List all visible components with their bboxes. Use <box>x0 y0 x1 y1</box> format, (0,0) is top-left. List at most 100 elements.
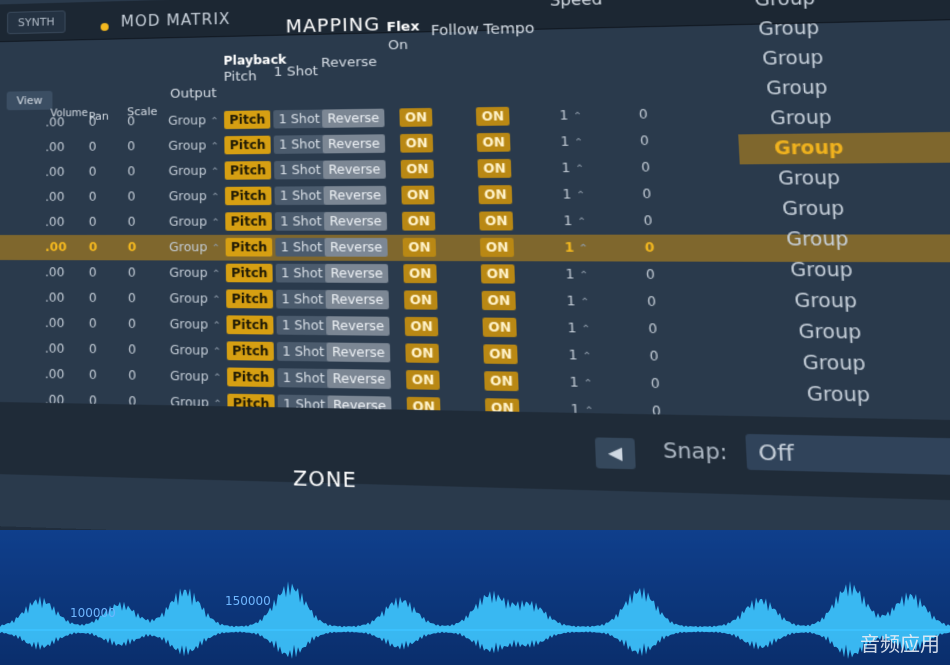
group-list-item[interactable]: Group <box>782 198 845 220</box>
one-shot-toggle[interactable]: 1 Shot <box>277 368 331 389</box>
stepper-icon[interactable]: ⌃ <box>210 116 219 127</box>
output-select[interactable]: Group⌃ <box>169 289 221 308</box>
stepper-icon[interactable]: ⌃ <box>576 190 586 202</box>
speed-field[interactable]: 1⌃ <box>563 211 586 230</box>
output-select[interactable]: Group⌃ <box>170 315 222 334</box>
speed-field[interactable]: 1⌃ <box>560 132 583 151</box>
follow-tempo-toggle[interactable]: ON <box>475 106 510 126</box>
volume-cell[interactable]: .00 <box>45 113 64 131</box>
stepper-icon[interactable]: ⌃ <box>583 378 593 390</box>
scale-cell[interactable]: 0 <box>128 366 136 385</box>
stepper-icon[interactable]: ⌃ <box>577 217 587 229</box>
stepper-icon[interactable]: ⌃ <box>213 372 222 384</box>
value-field[interactable]: 0 <box>639 105 649 124</box>
pan-cell[interactable]: 0 <box>89 340 97 359</box>
pitch-toggle[interactable]: Pitch <box>226 341 275 361</box>
speed-field[interactable]: 1⌃ <box>568 345 592 365</box>
one-shot-toggle[interactable]: 1 Shot <box>273 134 326 154</box>
pan-cell[interactable]: 0 <box>89 188 97 206</box>
one-shot-toggle[interactable]: 1 Shot <box>274 212 328 231</box>
reverse-toggle[interactable]: Reverse <box>322 134 386 154</box>
pan-cell[interactable]: 0 <box>89 238 98 256</box>
waveform-display[interactable]: 100000 150000 <box>0 530 950 665</box>
group-list-item[interactable]: Group <box>774 138 845 160</box>
output-select[interactable]: Group⌃ <box>168 162 220 181</box>
stepper-icon[interactable]: ⌃ <box>211 243 220 254</box>
pitch-toggle[interactable]: Pitch <box>225 212 273 231</box>
volume-cell[interactable]: .00 <box>45 163 64 181</box>
pan-cell[interactable]: 0 <box>89 163 97 181</box>
stepper-icon[interactable]: ⌃ <box>211 217 220 228</box>
reverse-toggle[interactable]: Reverse <box>321 108 385 128</box>
scale-cell[interactable]: 0 <box>128 315 136 334</box>
mod-matrix-tab[interactable]: MOD MATRIX <box>121 10 231 31</box>
flex-on-toggle[interactable]: ON <box>401 211 436 231</box>
speed-field[interactable]: 1⌃ <box>562 185 585 204</box>
scale-cell[interactable]: 0 <box>128 263 136 281</box>
pitch-toggle[interactable]: Pitch <box>224 186 272 206</box>
volume-cell[interactable]: .00 <box>45 339 65 358</box>
pan-cell[interactable]: 0 <box>89 138 97 156</box>
output-select[interactable]: Group⌃ <box>169 212 220 230</box>
scale-cell[interactable]: 0 <box>127 162 135 180</box>
value-field[interactable]: 0 <box>648 319 658 339</box>
speaker-icon[interactable]: ◀ <box>594 437 636 470</box>
stepper-icon[interactable]: ⌃ <box>213 346 222 358</box>
one-shot-toggle[interactable]: 1 Shot <box>276 341 330 362</box>
follow-tempo-toggle[interactable]: ON <box>484 371 519 392</box>
pitch-toggle[interactable]: Pitch <box>226 315 274 335</box>
flex-on-toggle[interactable]: ON <box>405 370 441 390</box>
follow-tempo-toggle[interactable]: ON <box>478 185 513 205</box>
pitch-toggle[interactable]: Pitch <box>226 289 274 309</box>
flex-on-toggle[interactable]: ON <box>399 133 434 153</box>
value-field[interactable]: 0 <box>649 346 659 366</box>
flex-on-toggle[interactable]: ON <box>405 343 440 364</box>
stepper-icon[interactable]: ⌃ <box>574 137 584 149</box>
speed-field[interactable]: 1⌃ <box>564 238 588 257</box>
reverse-toggle[interactable]: Reverse <box>323 211 388 231</box>
reverse-toggle[interactable]: Reverse <box>325 290 390 310</box>
reverse-toggle[interactable]: Reverse <box>324 263 389 283</box>
value-field[interactable]: 0 <box>647 292 657 312</box>
output-select[interactable]: Group⌃ <box>168 111 219 130</box>
stepper-icon[interactable]: ⌃ <box>211 167 220 178</box>
snap-select[interactable]: Off <box>745 433 950 476</box>
one-shot-toggle[interactable]: 1 Shot <box>274 186 327 206</box>
pan-cell[interactable]: 0 <box>89 213 97 231</box>
follow-tempo-toggle[interactable]: ON <box>483 344 519 365</box>
reverse-toggle[interactable]: Reverse <box>324 237 389 257</box>
value-field[interactable]: 0 <box>642 184 652 203</box>
pitch-toggle[interactable]: Pitch <box>227 367 275 388</box>
group-list-item[interactable]: Group <box>798 321 862 344</box>
stepper-icon[interactable]: ⌃ <box>578 243 588 255</box>
stepper-icon[interactable]: ⌃ <box>581 324 591 336</box>
group-list-item[interactable]: Group <box>754 0 816 11</box>
follow-tempo-toggle[interactable]: ON <box>477 158 512 179</box>
follow-tempo-toggle[interactable]: ON <box>482 317 518 338</box>
group-list-item[interactable]: Group <box>806 384 870 407</box>
stepper-icon[interactable]: ⌃ <box>573 111 583 123</box>
value-field[interactable]: 0 <box>641 158 651 177</box>
speed-field[interactable]: 1⌃ <box>566 291 590 311</box>
stepper-icon[interactable]: ⌃ <box>212 295 221 306</box>
one-shot-toggle[interactable]: 1 Shot <box>276 289 329 309</box>
volume-cell[interactable]: .00 <box>45 188 64 206</box>
reverse-toggle[interactable]: Reverse <box>326 368 392 390</box>
speed-field[interactable]: 1⌃ <box>561 158 584 177</box>
group-list-item[interactable]: Group <box>794 290 858 313</box>
one-shot-toggle[interactable]: 1 Shot <box>273 109 326 129</box>
stepper-icon[interactable]: ⌃ <box>580 297 590 309</box>
stepper-icon[interactable]: ⌃ <box>210 141 219 152</box>
pitch-toggle[interactable]: Pitch <box>224 135 272 155</box>
stepper-icon[interactable]: ⌃ <box>212 320 221 332</box>
follow-tempo-toggle[interactable]: ON <box>479 211 514 231</box>
pitch-toggle[interactable]: Pitch <box>225 263 274 283</box>
one-shot-toggle[interactable]: 1 Shot <box>275 237 328 257</box>
pitch-toggle[interactable]: Pitch <box>224 110 271 130</box>
group-list-item[interactable]: Group <box>770 107 833 129</box>
follow-tempo-toggle[interactable]: ON <box>481 290 517 311</box>
volume-cell[interactable]: .00 <box>45 138 64 156</box>
flex-on-toggle[interactable]: ON <box>403 290 438 310</box>
reverse-toggle[interactable]: Reverse <box>325 316 390 336</box>
volume-cell[interactable]: .00 <box>45 213 64 231</box>
